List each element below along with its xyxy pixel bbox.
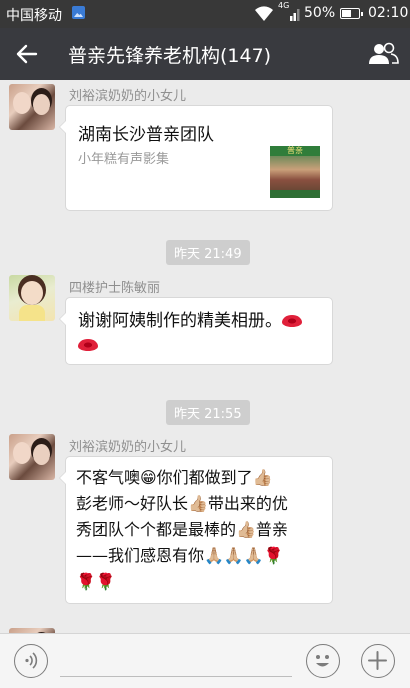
- kiss-lips-icon: [78, 339, 98, 351]
- sender-name: 刘裕滨奶奶的小女儿: [69, 440, 187, 455]
- link-card-description: 小年糕有声影集: [78, 152, 170, 167]
- message-line: ——我们感恩有你🙏🏼🙏🏼🙏🏼🌹: [76, 546, 284, 565]
- thumbnail-brand: 普亲: [270, 146, 320, 156]
- chat-title: 普亲先锋养老机构(147): [68, 45, 272, 67]
- back-button[interactable]: [12, 40, 44, 68]
- timestamp: 昨天 21:49: [166, 240, 250, 265]
- message-line: 秀团队个个都是最棒的👍🏼普亲: [76, 520, 288, 539]
- message-text: 谢谢阿姨制作的精美相册。: [78, 311, 282, 331]
- message-line: 🌹🌹: [76, 572, 116, 591]
- arrow-left-icon: [16, 44, 38, 64]
- emoji-icon: [316, 655, 329, 667]
- network-type-label: 4G: [278, 1, 290, 10]
- link-card-bubble[interactable]: 湖南长沙普亲团队 小年糕有声影集 普亲: [59, 105, 333, 211]
- status-bar: 中国移动 4G 50% 02:10: [0, 0, 410, 28]
- sender-name: 四楼护士陈敏丽: [69, 281, 161, 296]
- message-bubble[interactable]: 谢谢阿姨制作的精美相册。: [59, 297, 333, 365]
- link-card-thumbnail: 普亲: [270, 146, 320, 198]
- sender-name: 刘裕滨奶奶的小女儿: [69, 89, 187, 104]
- link-card-title: 湖南长沙普亲团队: [78, 125, 214, 145]
- chat-header: 普亲先锋养老机构(147): [0, 28, 410, 80]
- message-line: 不客气噢😁你们都做到了👍🏼: [76, 468, 273, 487]
- carrier-label: 中国移动: [6, 8, 62, 24]
- message-input[interactable]: [60, 676, 292, 677]
- emoji-button[interactable]: [306, 644, 340, 678]
- clock: 02:10: [368, 5, 409, 21]
- kiss-lips-icon: [282, 315, 302, 327]
- more-button[interactable]: [361, 644, 395, 678]
- message-list[interactable]: 刘裕滨奶奶的小女儿 湖南长沙普亲团队 小年糕有声影集 普亲 昨天 21:49 四…: [0, 80, 410, 633]
- input-bar: [0, 633, 410, 688]
- message-bubble[interactable]: 不客气噢😁你们都做到了👍🏼 彭老师～好队长👍🏼带出来的优 秀团队个个都是最棒的👍…: [59, 456, 333, 604]
- plus-icon: [368, 651, 387, 670]
- avatar[interactable]: [9, 434, 55, 480]
- timestamp: 昨天 21:55: [166, 400, 250, 425]
- voice-button[interactable]: [14, 644, 48, 678]
- avatar[interactable]: [9, 84, 55, 130]
- group-members-button[interactable]: [366, 40, 400, 68]
- battery-icon: [340, 8, 363, 19]
- avatar[interactable]: [9, 275, 55, 321]
- thumbnail-photo: [270, 156, 320, 190]
- people-icon: [369, 42, 399, 64]
- message-line: 彭老师～好队长👍🏼带出来的优: [76, 494, 288, 513]
- wifi-icon: [255, 6, 273, 22]
- battery-percent: 50%: [304, 5, 336, 21]
- image-notification-icon: [72, 6, 85, 19]
- voice-icon: [25, 652, 38, 669]
